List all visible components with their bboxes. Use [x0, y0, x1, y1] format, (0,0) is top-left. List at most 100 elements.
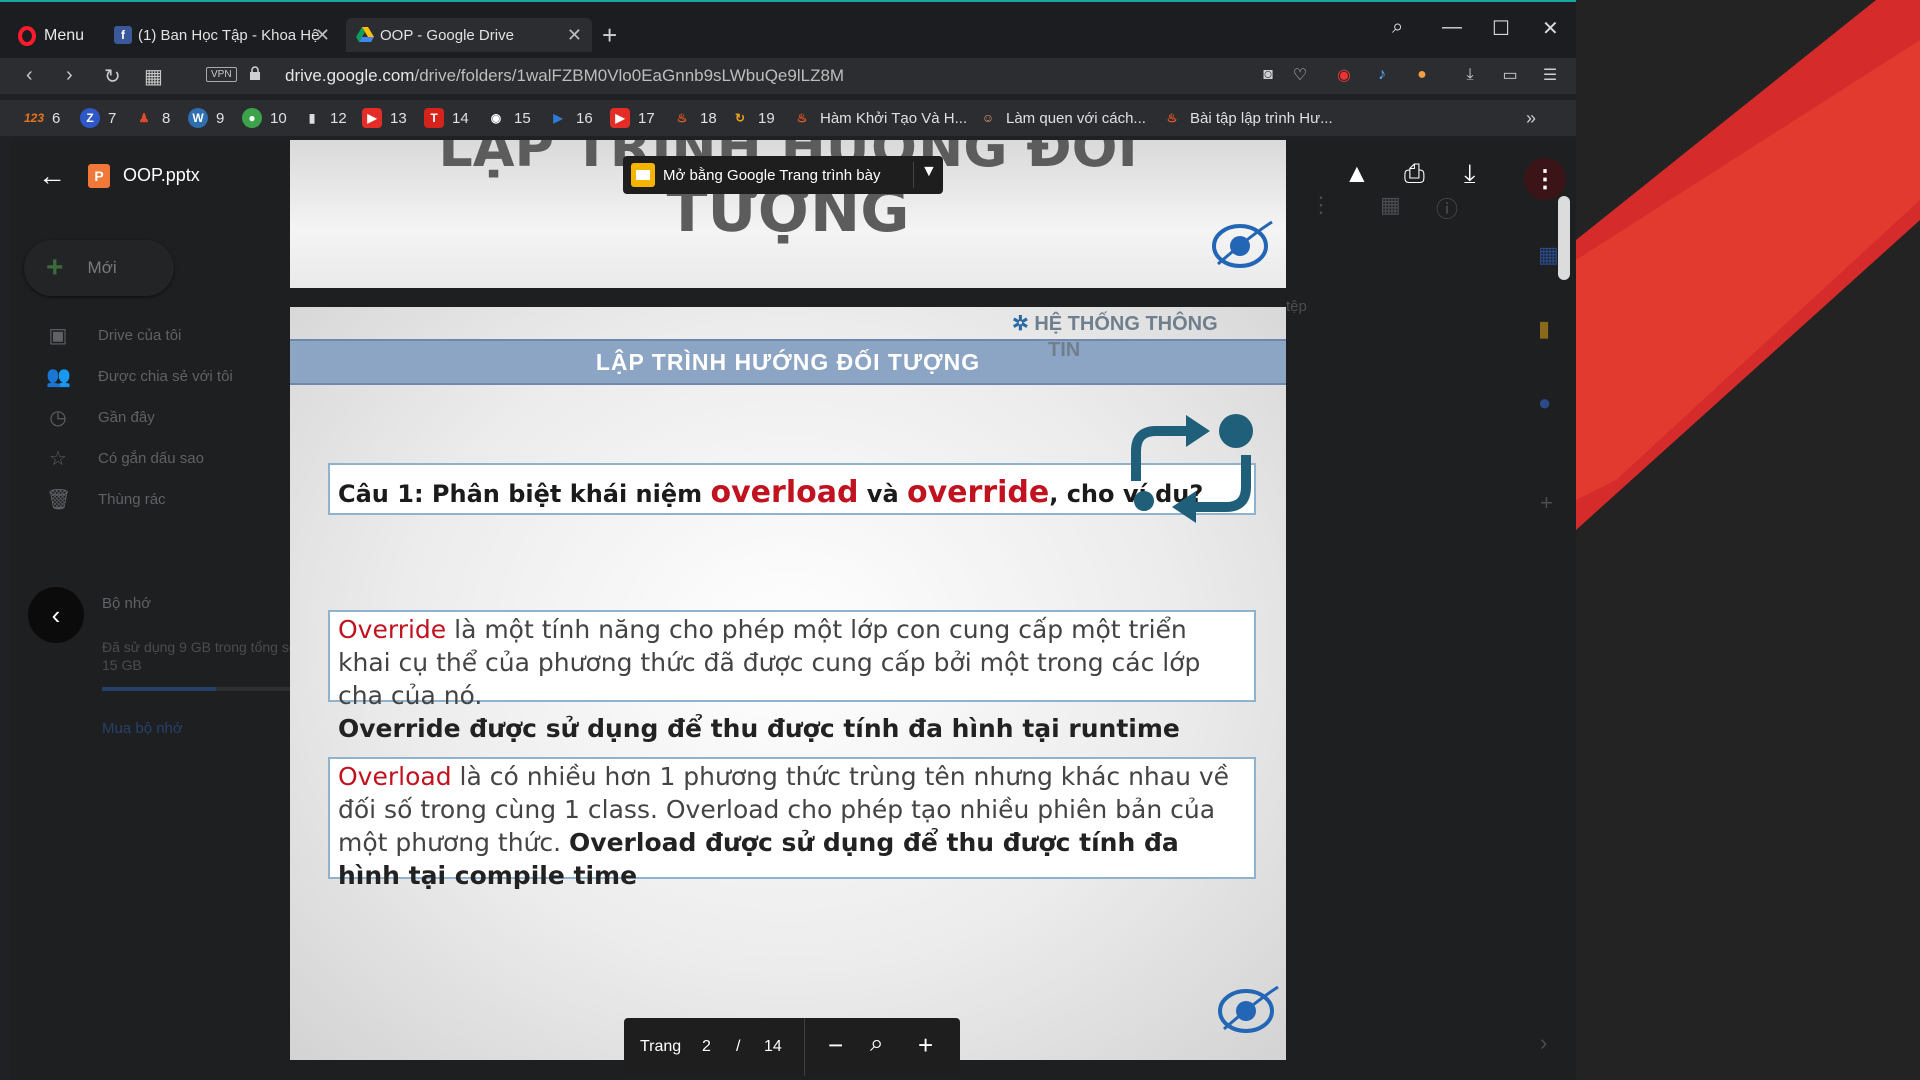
close-tab-icon[interactable]: ✕: [315, 25, 330, 46]
camera-icon[interactable]: ◙: [1258, 65, 1278, 85]
bookmark-item[interactable]: W9: [188, 108, 224, 128]
tab-bar: Menu f (1) Ban Học Tập - Khoa Hệ ✕ OOP -…: [0, 0, 1576, 66]
zoom-icon[interactable]: ⌕: [870, 1030, 883, 1058]
back-arrow-icon[interactable]: ←: [38, 160, 66, 192]
bookmark-icon: ♟: [138, 111, 150, 125]
zoom-in-icon[interactable]: +: [918, 1030, 933, 1061]
chevron-down-icon[interactable]: ▼: [921, 163, 937, 181]
lock-icon: [250, 66, 260, 80]
flame-icon: ♨: [676, 111, 688, 125]
buy-storage-link[interactable]: Mua bộ nhớ: [102, 720, 183, 737]
reload-icon[interactable]: ↻: [104, 64, 121, 89]
info-icon[interactable]: ⓘ: [1436, 192, 1458, 224]
bookmark-item[interactable]: ▶ 13: [362, 108, 407, 128]
nav-label: Được chia sẻ với tôi: [98, 367, 233, 385]
nav-my-drive[interactable]: ▣ Drive của tôi: [46, 320, 182, 350]
bookmark-icon: ↻: [734, 111, 746, 125]
bookmark-item[interactable]: ◉ 15: [486, 108, 531, 128]
bookmark-item[interactable]: 123 6: [24, 108, 60, 128]
storage-title: Bộ nhớ: [102, 595, 152, 612]
bookmark-item[interactable]: ☺ Làm quen với cách...: [978, 108, 1146, 128]
bookmark-label: Làm quen với cách...: [1006, 109, 1146, 127]
opera-menu-button[interactable]: Menu: [18, 22, 84, 50]
bookmark-icon: ●: [242, 108, 262, 128]
nav-recent[interactable]: ◷ Gần đây: [46, 402, 155, 432]
term-overload: overload: [710, 475, 859, 510]
nav-trash[interactable]: 🗑 Thùng rác: [46, 484, 166, 514]
back-icon[interactable]: ‹: [26, 64, 33, 87]
player-icon[interactable]: ◉: [1334, 65, 1354, 85]
download-icon[interactable]: ⤓: [1460, 65, 1480, 85]
avatar-icon: ☺: [981, 111, 995, 125]
page-label: Trang: [640, 1038, 682, 1055]
nav-label: Gần đây: [98, 408, 155, 426]
bookmark-label: 16: [576, 109, 593, 127]
bookmark-item[interactable]: ▶ 17: [610, 108, 655, 128]
storage-bar-fill: [102, 687, 216, 691]
heart-icon[interactable]: ♡: [1290, 65, 1310, 85]
expand-icon[interactable]: ›: [1540, 1030, 1547, 1056]
bookmark-item[interactable]: ♨ Hàm Khởi Tạo Và H...: [792, 108, 968, 128]
bookmark-item[interactable]: ♨ Bài tập lập trình Hư...: [1162, 108, 1333, 128]
add-to-drive-icon[interactable]: ▲: [1344, 158, 1370, 189]
plus-icon: +: [46, 251, 64, 284]
calendar-icon[interactable]: ▦: [1538, 242, 1559, 268]
bookmark-item[interactable]: Z7: [80, 108, 116, 128]
close-panel-icon[interactable]: ‹: [28, 587, 84, 643]
new-button[interactable]: + Mới: [24, 240, 174, 296]
bookmark-label: 10: [270, 109, 287, 127]
bookmark-label: 7: [108, 109, 117, 127]
more-options-icon[interactable]: ⋮: [1524, 158, 1566, 200]
nav-shared-with-me[interactable]: 👥 Được chia sẻ với tôi: [46, 361, 233, 391]
maximize-icon[interactable]: ☐: [1492, 16, 1510, 41]
bookmark-label: 18: [700, 109, 717, 127]
minimize-icon[interactable]: —: [1442, 16, 1462, 39]
bookmark-item[interactable]: ▶ 16: [548, 108, 593, 128]
bookmark-item[interactable]: ♨ 18: [672, 108, 717, 128]
bookmark-item[interactable]: ↻ 19: [730, 108, 775, 128]
bookmark-icon: T: [424, 108, 444, 128]
org-name: ✲ HỆ THỐNG THÔNG TIN: [1012, 311, 1252, 363]
tasks-icon[interactable]: ●: [1538, 390, 1551, 416]
extension-j-icon[interactable]: ♪: [1372, 65, 1392, 85]
new-tab-button[interactable]: +: [602, 20, 617, 51]
more-bookmarks-icon[interactable]: »: [1526, 108, 1536, 129]
scrollbar-thumb[interactable]: [1558, 196, 1570, 280]
column-fragment: tệp: [1286, 298, 1307, 315]
url-field[interactable]: drive.google.com/drive/folders/1walFZBM0…: [285, 66, 844, 86]
vpn-badge[interactable]: VPN: [206, 67, 237, 82]
open-with-button[interactable]: Mở bằng Google Trang trình bày ▼: [623, 156, 943, 194]
close-tab-icon[interactable]: ✕: [567, 25, 582, 46]
storage-usage-text: Đã sử dụng 9 GB trong tổng số 15 GB: [102, 639, 297, 673]
zoom-out-icon[interactable]: −: [828, 1030, 843, 1061]
bookmark-item[interactable]: T 14: [424, 108, 469, 128]
close-window-icon[interactable]: ✕: [1542, 16, 1559, 41]
nav-starred[interactable]: ☆ Có gắn dấu sao: [46, 443, 204, 473]
forward-icon[interactable]: ›: [66, 64, 73, 87]
tab-facebook[interactable]: f (1) Ban Học Tập - Khoa Hệ ✕: [104, 18, 340, 52]
override-text: là một tính năng cho phép một lớp con cu…: [338, 615, 1201, 710]
bookmark-item[interactable]: ▮ 12: [302, 108, 347, 128]
search-icon[interactable]: ⌕: [1392, 16, 1403, 39]
download-icon[interactable]: ⤓: [1464, 158, 1476, 190]
bookmark-item[interactable]: ● 10: [242, 108, 287, 128]
easy-setup-icon[interactable]: ☰: [1540, 65, 1560, 85]
current-page-input[interactable]: 2: [702, 1038, 711, 1056]
divider: [804, 1018, 805, 1076]
kebab-icon[interactable]: ⋮: [1310, 192, 1332, 218]
drive-icon: ▣: [48, 324, 68, 347]
overload-term: Overload: [338, 762, 452, 791]
nav-label: Thùng rác: [98, 490, 166, 508]
bookmark-item[interactable]: ♟ 8: [134, 108, 171, 128]
extension-hand-icon[interactable]: ●: [1412, 65, 1432, 85]
print-icon[interactable]: ⎙: [1404, 158, 1425, 190]
override-term-bold: Override: [338, 714, 461, 743]
grid-view-icon[interactable]: ▦: [1380, 192, 1401, 218]
tab-grid-icon[interactable]: ▦: [144, 64, 163, 89]
bookmark-label: 12: [330, 109, 347, 127]
add-addon-icon[interactable]: +: [1540, 490, 1553, 516]
battery-icon[interactable]: ▭: [1500, 65, 1520, 85]
keep-icon[interactable]: ▮: [1538, 316, 1550, 342]
tab-google-drive[interactable]: OOP - Google Drive ✕: [346, 18, 592, 52]
flame-icon: ♨: [796, 111, 808, 125]
